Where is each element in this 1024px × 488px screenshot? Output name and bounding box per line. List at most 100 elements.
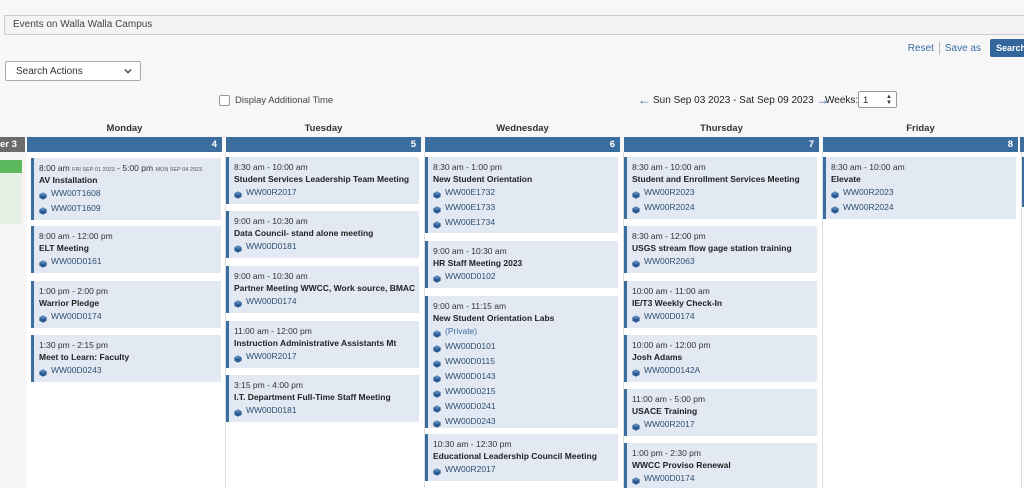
event-card[interactable]: 8:30 am - 12:00 pm USGS stream flow gage … [624,226,817,273]
event-title[interactable]: Educational Leadership Council Meeting [433,450,618,462]
event-location[interactable]: WW00D0181 [234,403,419,418]
event-location[interactable]: WW00D0174 [39,309,221,324]
event-location[interactable]: WW00R2017 [234,185,419,200]
additional-time-checkbox[interactable] [219,95,230,106]
event-location[interactable]: WW00R2017 [433,462,618,477]
event-location[interactable]: WW00D0142A [632,363,817,378]
event-card[interactable]: 1:00 pm - 2:00 pm Warrior Pledge WW00D0174 [31,281,221,328]
event-card[interactable]: 10:30 am - 12:30 pm Educational Leadershi… [425,434,618,481]
event-location[interactable]: WW00R2017 [234,349,419,364]
event-title[interactable]: I.T. Department Full-Time Staff Meeting [234,391,419,403]
event-card[interactable]: 1:00 pm - 2:30 pm WWCC Proviso Renewal WW0… [624,443,817,488]
event-location[interactable]: WW00D0174 [234,294,419,309]
event-location[interactable]: WW00E1732 [433,185,618,200]
event-title[interactable]: USGS stream flow gage station training [632,242,817,254]
event-location[interactable]: WW00D0215 [433,384,618,399]
display-additional-time[interactable]: Display Additional Time [219,95,333,106]
event-location[interactable]: WW00D0102 [433,269,618,284]
location-code: WW00E1732 [445,187,496,197]
search-actions-select[interactable]: Search Actions [5,61,141,81]
event-card[interactable]: 8:30 am - 1:00 pm New Student Orientation… [425,157,618,233]
event-card[interactable]: 9:00 am - 11:15 am New Student Orientatio… [425,296,618,428]
event-time: 9:00 am - 10:30 am [234,271,308,281]
event-title[interactable]: IE/T3 Weekly Check-In [632,297,817,309]
event-card[interactable]: 11:00 am - 5:00 pm USACE Training WW00R201… [624,389,817,436]
stepper-arrows-icon[interactable]: ▲ ▼ [886,94,892,106]
event-title[interactable]: Warrior Pledge [39,297,221,309]
event-title[interactable]: Student and Enrollment Services Meeting [632,173,817,185]
location-code: WW00D0181 [246,241,297,251]
event-title[interactable]: Elevate [831,173,1016,185]
event-card[interactable]: 1:30 pm - 2:15 pm Meet to Learn: Faculty W… [31,335,221,382]
day-number-monday[interactable]: 4 [27,137,222,152]
event-location[interactable]: (Private) [433,324,618,339]
event-location[interactable]: WW00D0161 [39,254,221,269]
location-code: WW00R2017 [246,351,297,361]
event-location[interactable]: WW00R2063 [632,254,817,269]
event-title[interactable]: Partner Meeting WWCC, Work source, BMAC [234,282,419,294]
event-card[interactable]: 11:00 am - 12:00 pm Instruction Administr… [226,321,419,368]
location-code: WW00D0181 [246,405,297,415]
event-title[interactable]: AV Installation [39,174,221,186]
event-card[interactable]: 8:00 am - 12:00 pm ELT Meeting WW00D0161 [31,226,221,273]
event-card[interactable]: 9:00 am - 10:30 am Data Council- stand al… [226,211,419,258]
event-title[interactable]: Instruction Administrative Assistants Mt [234,337,419,349]
event-location[interactable]: WW00D0174 [632,471,817,486]
event-location[interactable]: WW00D0143 [433,369,618,384]
event-location[interactable]: WW00D0101 [433,339,618,354]
event-location[interactable]: WW00T1608 [39,186,221,201]
room-cube-icon [433,273,441,283]
day-number-thursday[interactable]: 7 [624,137,819,152]
event-location[interactable]: WW00R2023 [632,185,817,200]
event-location[interactable]: WW00R2024 [831,200,1016,215]
event-title[interactable]: WWCC Proviso Renewal [632,459,817,471]
event-card[interactable]: 10:00 am - 12:00 pm Josh Adams WW00D0142A [624,335,817,382]
event-card[interactable]: 3:15 pm - 4:00 pm I.T. Department Full-Ti… [226,375,419,422]
calendar-title-field[interactable]: Events on Walla Walla Campus [4,15,1024,35]
search-button[interactable]: Search [990,39,1024,57]
event-location[interactable]: WW00D0181 [234,239,419,254]
day-number-wednesday[interactable]: 6 [425,137,620,152]
event-location[interactable]: WW00R2024 [632,200,817,215]
event-location[interactable]: WW00T1609 [39,201,221,216]
event-title[interactable]: USACE Training [632,405,817,417]
day-name-wednesday: Wednesday [496,123,549,134]
event-location[interactable]: WW00D0243 [39,363,221,378]
event-location[interactable]: WW00D0115 [433,354,618,369]
room-cube-icon [433,388,441,398]
event-title[interactable]: Josh Adams [632,351,817,363]
event-location[interactable]: WW00D0174 [632,309,817,324]
event-card[interactable]: 9:00 am - 10:30 am HR Staff Meeting 2023 W… [425,241,618,288]
event-title[interactable]: ELT Meeting [39,242,221,254]
prev-day-event-strip[interactable] [0,160,22,173]
room-cube-icon [433,373,441,383]
event-location[interactable]: WW00R2023 [831,185,1016,200]
event-start-time: 8:00 am [39,163,70,173]
event-card[interactable]: 8:30 am - 10:00 am Student Services Leade… [226,157,419,204]
event-card[interactable]: 8:30 am - 10:00 am Elevate WW00R2023 WW00R2… [823,157,1016,219]
event-title[interactable]: Data Council- stand alone meeting [234,227,419,239]
event-card[interactable]: 10:00 am - 11:00 am IE/T3 Weekly Check-In… [624,281,817,328]
event-card[interactable]: 8:30 am - 10:00 am Student and Enrollment… [624,157,817,219]
room-cube-icon [433,189,441,199]
reset-link[interactable]: Reset [903,43,939,54]
prev-day-event-card[interactable] [0,174,22,224]
event-card[interactable]: 9:00 am - 10:30 am Partner Meeting WWCC, … [226,266,419,313]
weeks-stepper[interactable]: 1 ▲ ▼ [858,91,897,108]
prev-week-arrow-icon[interactable]: ← [638,93,650,107]
next-day-header [1020,137,1024,152]
event-location[interactable]: WW00D0241 [433,399,618,414]
event-location[interactable]: WW00E1733 [433,200,618,215]
save-as-link[interactable]: Save as [940,43,986,54]
event-location[interactable]: WW00D0243 [433,414,618,428]
event-title[interactable]: Student Services Leadership Team Meeting [234,173,419,185]
day-number-friday[interactable]: 8 [823,137,1018,152]
event-card[interactable]: 8:00 am FRI SEP 01 2023 - 5:00 pm MON SE… [31,158,221,220]
event-location[interactable]: WW00R2017 [632,417,817,432]
event-title[interactable]: New Student Orientation Labs [433,312,618,324]
event-title[interactable]: Meet to Learn: Faculty [39,351,221,363]
event-title[interactable]: HR Staff Meeting 2023 [433,257,618,269]
day-number-tuesday[interactable]: 5 [226,137,421,152]
event-title[interactable]: New Student Orientation [433,173,618,185]
event-location[interactable]: WW00E1734 [433,215,618,230]
